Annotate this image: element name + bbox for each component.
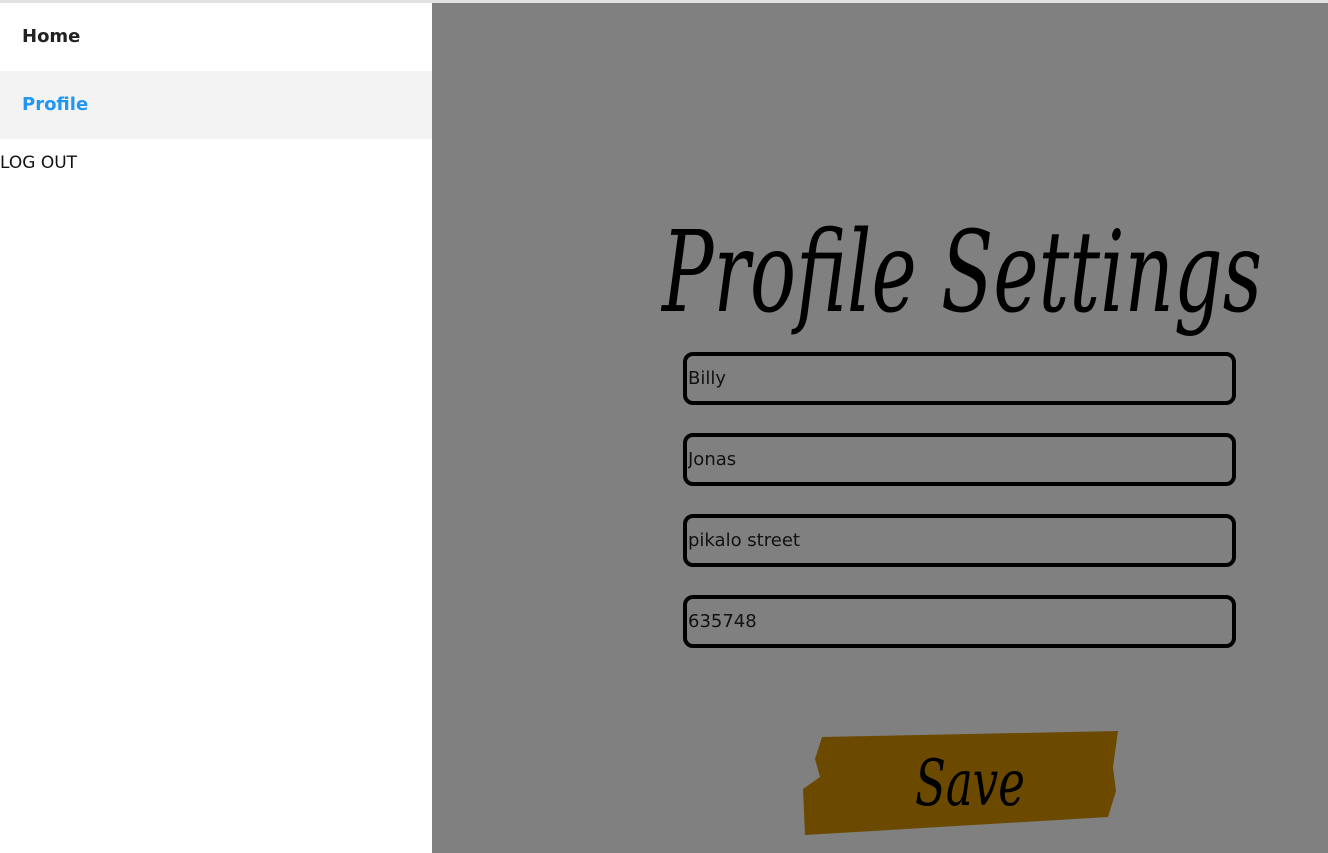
modal-overlay-content[interactable]: Profile Settings Save	[432, 3, 1328, 853]
page-title: Profile Settings	[661, 208, 1262, 338]
nav-drawer: Home Profile LOG OUT	[0, 3, 432, 853]
nav-item-profile[interactable]: Profile	[0, 71, 432, 139]
first-name-input[interactable]	[683, 352, 1236, 405]
svg-text:Profile Settings: Profile Settings	[661, 208, 1262, 338]
save-button-label: Save	[915, 747, 1025, 821]
save-button[interactable]: Save	[800, 729, 1120, 839]
last-name-input[interactable]	[683, 433, 1236, 486]
address-input[interactable]	[683, 514, 1236, 567]
logout-link[interactable]: LOG OUT	[0, 153, 77, 173]
phone-input[interactable]	[683, 595, 1236, 648]
nav-item-home[interactable]: Home	[0, 3, 432, 71]
